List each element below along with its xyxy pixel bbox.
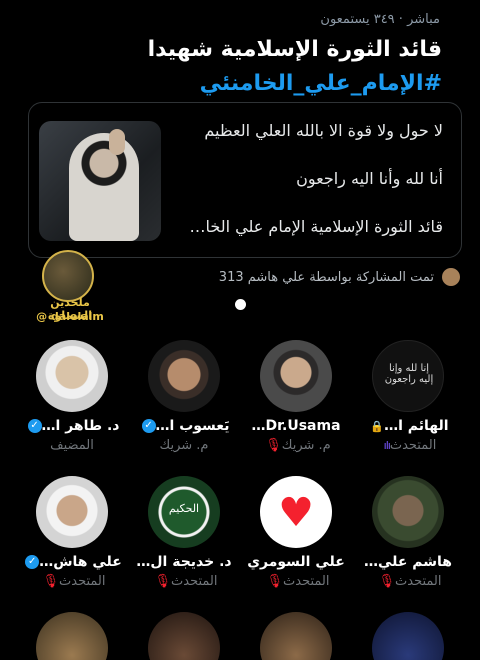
speaker-tile[interactable]: د. طاهر ا…✓ المضيف	[16, 340, 128, 460]
speaker-role: م. شريك	[159, 438, 209, 453]
avatar	[148, 340, 220, 412]
speaker-name: Dr.Usama…	[251, 418, 341, 434]
mic-off-icon: 🎙	[378, 574, 396, 589]
watermark-handle: @ dalelalm	[36, 310, 104, 323]
verified-badge-icon: ✓	[25, 555, 40, 569]
post-line-3: قائد الثورة الإسلامية الإمام علي الخا…	[189, 217, 443, 236]
verified-badge-icon: ✓	[141, 419, 156, 433]
watermark-logo: ملحدين السماوة @ dalelalm	[30, 250, 110, 326]
space-title: قائد الثورة الإسلامية شهيدا	[147, 37, 442, 62]
speaker-tile[interactable]: إنا لله وإنا إليه راجعون الهائم ا…🔒 المت…	[352, 340, 464, 460]
heart-icon: ♥	[278, 490, 314, 536]
avatar[interactable]	[372, 612, 444, 660]
speaker-name: علي السومري	[247, 554, 345, 570]
live-status-row: مباشر · ٣٤٩ يستمعون	[320, 12, 440, 27]
verified-badge-icon: ✓	[27, 419, 42, 433]
avatar[interactable]	[36, 612, 108, 660]
shared-post-card[interactable]: لا حول ولا قوة الا بالله العلي العظيم أن…	[28, 102, 462, 258]
avatar	[260, 340, 332, 412]
raised-hand	[109, 129, 125, 155]
avatar[interactable]	[260, 612, 332, 660]
speaker-name: د. طاهر ا…✓	[20, 418, 124, 434]
avatar-calligraphy: الحكيم	[168, 502, 200, 515]
avatar	[372, 476, 444, 548]
speaker-tile[interactable]: هاشم علي… المتحدث🎙	[352, 476, 464, 596]
shared-by-row: تمت المشاركة بواسطة علي هاشم 313	[219, 268, 460, 286]
post-line-2: أنا لله وأنا اليه راجعون	[296, 169, 443, 188]
portrait-figure	[69, 133, 139, 241]
speaker-role: المتحدثılı	[383, 438, 437, 453]
avatar: ♥	[260, 476, 332, 548]
speaker-tile[interactable]: الحكيم د. خديجة ال… المتحدث🎙	[128, 476, 240, 596]
mic-off-icon: 🎙	[266, 574, 284, 589]
speaker-grid-next-row	[0, 612, 480, 660]
avatar: إنا لله وإنا إليه راجعون	[372, 340, 444, 412]
speaker-tile[interactable]: يَعسوب ا…✓ م. شريك	[128, 340, 240, 460]
speaker-role: المتحدث🎙	[266, 574, 330, 589]
speaker-role: المتحدث🎙	[154, 574, 218, 589]
avatar	[36, 476, 108, 548]
speaker-tile[interactable]: علي هاش…✓ المتحدث🎙	[16, 476, 128, 596]
mic-off-icon: 🎙	[154, 574, 172, 589]
speaker-role: المضيف	[50, 438, 94, 453]
speaker-tile[interactable]: Dr.Usama… م. شريك🎙	[240, 340, 352, 460]
speaker-name: هاشم علي…	[363, 554, 453, 570]
lock-icon: 🔒	[370, 420, 385, 433]
post-image[interactable]	[39, 121, 161, 241]
shared-by-text: تمت المشاركة بواسطة علي هاشم 313	[218, 269, 434, 285]
listener-count: · ٣٤٩ يستمعون	[320, 12, 403, 27]
speaker-role: المتحدث🎙	[378, 574, 442, 589]
live-label: مباشر	[407, 12, 440, 27]
watermark-emblem	[42, 250, 94, 302]
speaker-role: المتحدث🎙	[42, 574, 106, 589]
avatar	[36, 340, 108, 412]
speaker-name: يَعسوب ا…✓	[132, 418, 236, 434]
sharer-avatar	[442, 268, 460, 286]
post-line-1: لا حول ولا قوة الا بالله العلي العظيم	[204, 121, 443, 140]
speaker-role: م. شريك🎙	[265, 438, 331, 453]
speaker-name: د. خديجة ال…	[136, 554, 232, 570]
mic-off-icon: 🎙	[42, 574, 60, 589]
avatar[interactable]	[148, 612, 220, 660]
speaker-name: الهائم ا…🔒	[370, 418, 449, 434]
speaker-tile[interactable]: ♥ علي السومري المتحدث🎙	[240, 476, 352, 596]
avatar: الحكيم	[148, 476, 220, 548]
avatar-calligraphy: إنا لله وإنا إليه راجعون	[384, 363, 434, 385]
space-hashtag[interactable]: #الإمام_علي_الخامنئي	[22, 70, 442, 98]
speaker-name: علي هاش…✓	[20, 554, 124, 570]
page-indicator-dot	[235, 299, 246, 310]
mic-off-icon: 🎙	[265, 438, 282, 453]
